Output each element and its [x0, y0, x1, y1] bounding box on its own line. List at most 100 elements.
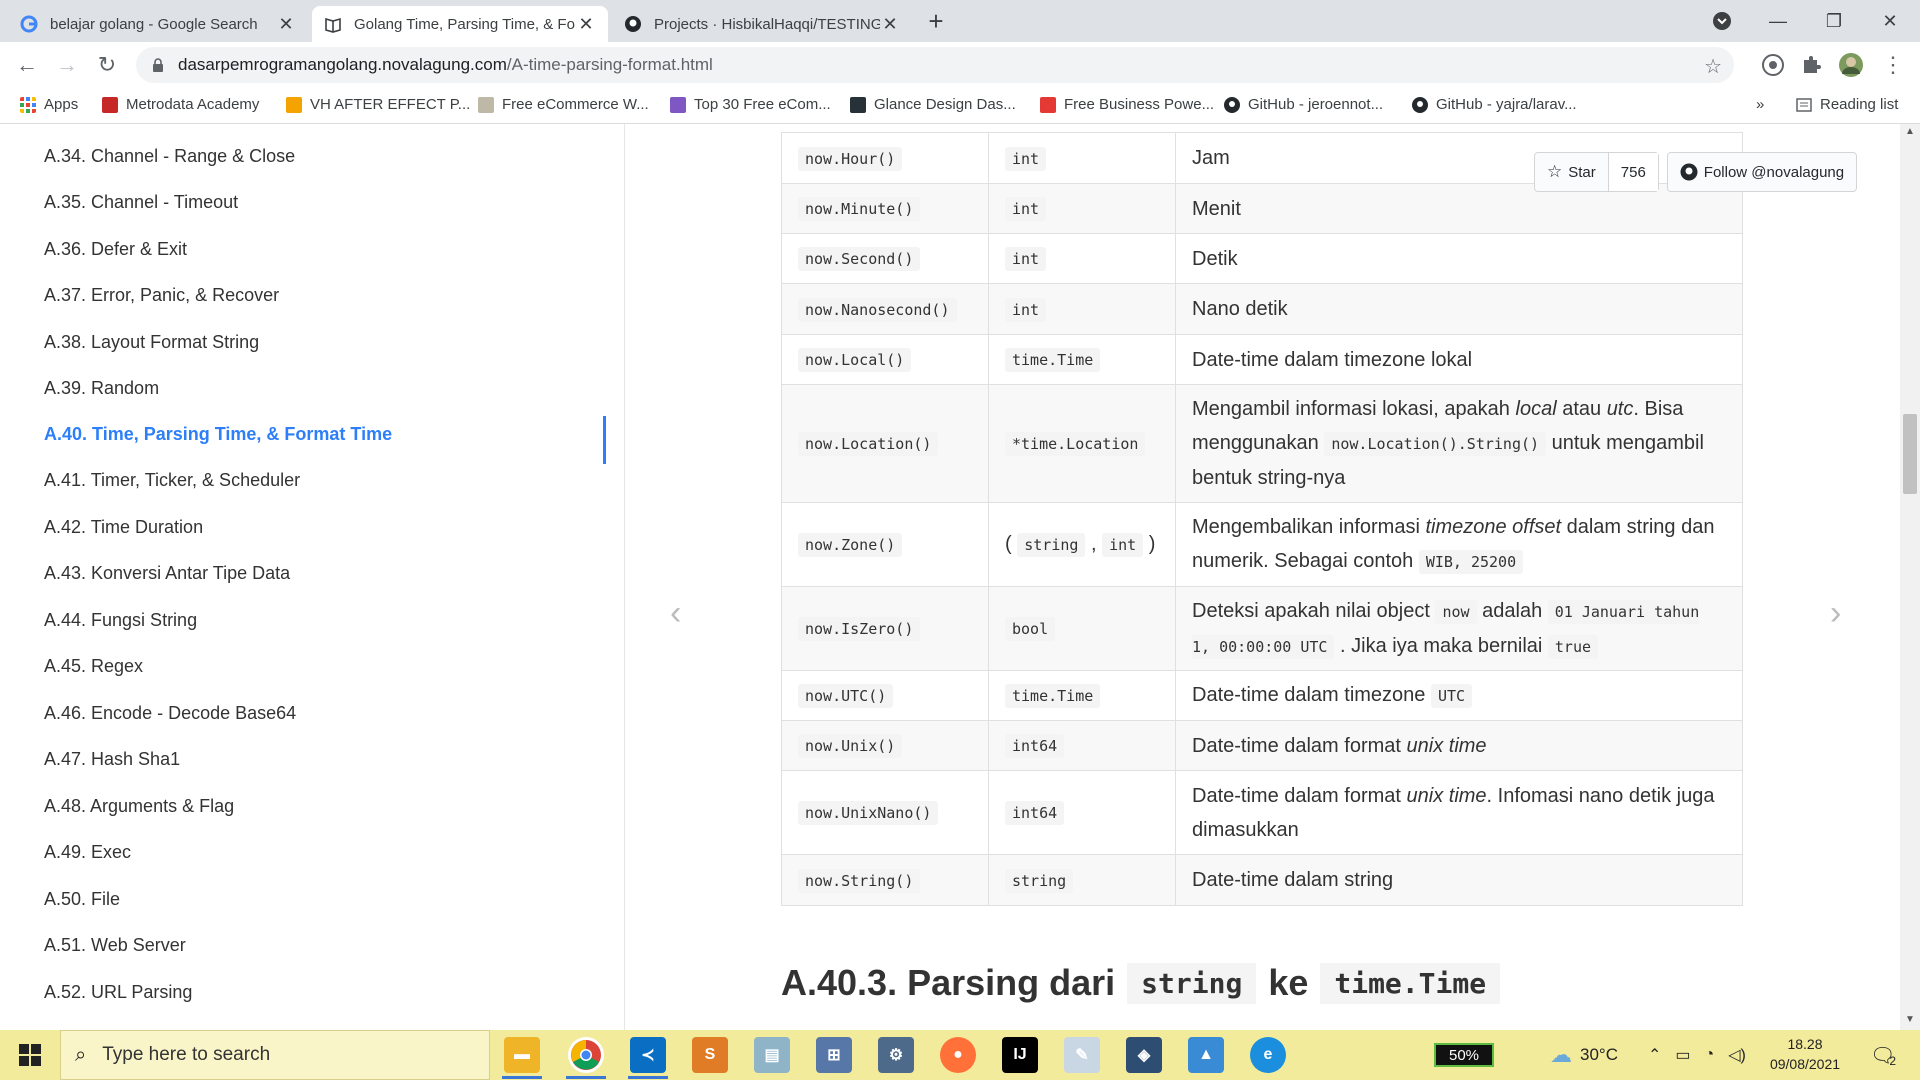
- battery-meter[interactable]: 50%: [1434, 1043, 1494, 1067]
- bookmark-github-yajra[interactable]: GitHub - yajra/larav...: [1412, 96, 1577, 113]
- sublime-text-icon[interactable]: S: [692, 1037, 728, 1073]
- table-row: now.Location() *time.Location Mengambil …: [781, 384, 1743, 503]
- battery-icon[interactable]: ▭: [1675, 1045, 1690, 1065]
- file-explorer-icon[interactable]: ▬: [504, 1037, 540, 1073]
- bookmark-apps[interactable]: Apps: [20, 96, 78, 113]
- scroll-up-icon[interactable]: ▲: [1905, 126, 1915, 137]
- tab-github-projects[interactable]: Projects · HisbikalHaqqi/TESTING ✕: [612, 6, 912, 42]
- sidebar-item[interactable]: A.49. Exec: [44, 842, 131, 863]
- sidebar-item[interactable]: A.35. Channel - Timeout: [44, 192, 238, 213]
- method-code: now.String(): [798, 868, 921, 893]
- extension-icon[interactable]: [1760, 52, 1786, 78]
- volume-icon[interactable]: ◁): [1728, 1045, 1746, 1065]
- taskbar-search-box[interactable]: ⌕ Type here to search: [60, 1030, 490, 1080]
- extensions-puzzle-icon[interactable]: [1798, 52, 1824, 78]
- sidebar-item[interactable]: A.39. Random: [44, 378, 159, 399]
- sidebar-item[interactable]: A.41. Timer, Ticker, & Scheduler: [44, 470, 300, 491]
- github-icon: [1680, 163, 1698, 181]
- bookmark-github-jeroennot[interactable]: GitHub - jeroennot...: [1224, 96, 1383, 113]
- forward-button[interactable]: →: [52, 50, 82, 80]
- avatar[interactable]: [1838, 52, 1864, 78]
- table-row: now.Unix() int64 Date-time dalam format …: [781, 720, 1743, 771]
- scroll-down-icon[interactable]: ▼: [1905, 1014, 1915, 1025]
- sidebar-item[interactable]: A.43. Konversi Antar Tipe Data: [44, 563, 290, 584]
- vscode-icon[interactable]: ≺: [630, 1037, 666, 1073]
- prev-page-button[interactable]: ‹: [670, 594, 681, 633]
- sidebar-item[interactable]: A.45. Regex: [44, 656, 143, 677]
- bookmarks-overflow-button[interactable]: »: [1756, 96, 1764, 113]
- bookmark-metrodata[interactable]: Metrodata Academy: [102, 96, 259, 113]
- sidebar-item[interactable]: A.44. Fungsi String: [44, 610, 197, 631]
- sidebar-item[interactable]: A.38. Layout Format String: [44, 332, 259, 353]
- page-scrollbar[interactable]: ▲ ▼: [1900, 124, 1920, 1030]
- sidebar-item[interactable]: A.34. Channel - Range & Close: [44, 146, 295, 167]
- sidebar-item[interactable]: A.42. Time Duration: [44, 517, 203, 538]
- sidebar-item[interactable]: A.52. URL Parsing: [44, 982, 192, 1003]
- wifi-icon[interactable]: ◔: [1705, 1046, 1715, 1064]
- scrollbar-thumb[interactable]: [1903, 414, 1917, 494]
- firefox-icon[interactable]: ●: [940, 1037, 976, 1073]
- reading-list-button[interactable]: Reading list: [1796, 96, 1898, 113]
- maximize-button[interactable]: ❐: [1814, 6, 1854, 36]
- inline-code: WIB, 25200: [1418, 550, 1524, 574]
- tab-golang-time[interactable]: Golang Time, Parsing Time, & Fo ✕: [312, 6, 608, 42]
- sidebar-item[interactable]: A.48. Arguments & Flag: [44, 796, 234, 817]
- star-count[interactable]: 756: [1607, 153, 1658, 191]
- tab-title: belajar golang - Google Search: [50, 15, 258, 33]
- type-cell: ( string , int ): [988, 502, 1176, 587]
- tab-search-button[interactable]: [1702, 6, 1742, 36]
- chevron-up-icon[interactable]: ⌃: [1648, 1045, 1661, 1065]
- close-icon[interactable]: ✕: [880, 14, 900, 34]
- sidebar-item[interactable]: A.50. File: [44, 889, 120, 910]
- sidebar-item[interactable]: A.40. Time, Parsing Time, & Format Time: [44, 424, 392, 445]
- type-text: ,: [1090, 533, 1097, 555]
- app-icon[interactable]: ▤: [754, 1037, 790, 1073]
- window-close-button[interactable]: ✕: [1870, 6, 1910, 36]
- tools-app-icon[interactable]: ⚙: [878, 1037, 914, 1073]
- paint-icon[interactable]: ✎: [1064, 1037, 1100, 1073]
- next-page-button[interactable]: ›: [1830, 594, 1841, 633]
- method-cell: now.Second(): [781, 233, 989, 284]
- sidebar-item[interactable]: A.37. Error, Panic, & Recover: [44, 285, 279, 306]
- bookmark-top-30[interactable]: Top 30 Free eCom...: [670, 96, 831, 113]
- browser-toolbar: ← → ↻ dasarpemrogramangolang.novalagung.…: [0, 42, 1920, 88]
- minimize-button[interactable]: —: [1758, 6, 1798, 36]
- start-button[interactable]: [0, 1030, 60, 1080]
- intellij-icon[interactable]: IJ: [1002, 1037, 1038, 1073]
- new-tab-button[interactable]: +: [923, 6, 949, 36]
- url-domain: dasarpemrogramangolang.novalagung.com: [178, 55, 507, 74]
- chrome-icon[interactable]: [568, 1037, 604, 1073]
- weather-widget[interactable]: ☁ 30°C: [1550, 1030, 1618, 1080]
- type-text: (: [1005, 533, 1012, 555]
- sidebar-item[interactable]: A.47. Hash Sha1: [44, 749, 180, 770]
- desc-emphasis: timezone offset: [1425, 516, 1562, 538]
- bookmark-glance-design[interactable]: Glance Design Das...: [850, 96, 1016, 113]
- mysql-workbench-icon[interactable]: ◈: [1126, 1037, 1162, 1073]
- github-star-button[interactable]: ☆ Star 756: [1534, 152, 1659, 192]
- bookmark-star-icon[interactable]: ☆: [1704, 54, 1722, 79]
- close-icon[interactable]: ✕: [576, 14, 596, 34]
- bookmark-free-ecommerce[interactable]: Free eCommerce W...: [478, 96, 649, 113]
- edge-icon[interactable]: e: [1250, 1037, 1286, 1073]
- github-follow-button[interactable]: Follow @novalagung: [1666, 152, 1858, 192]
- address-bar[interactable]: dasarpemrogramangolang.novalagung.com/A-…: [136, 47, 1734, 83]
- tab-title: Projects · HisbikalHaqqi/TESTING: [654, 15, 880, 33]
- back-button[interactable]: ←: [12, 50, 42, 80]
- photos-icon[interactable]: ▲: [1188, 1037, 1224, 1073]
- sidebar-item[interactable]: A.46. Encode - Decode Base64: [44, 703, 296, 724]
- sidebar-item[interactable]: A.36. Defer & Exit: [44, 239, 187, 260]
- notifications-button[interactable]: 🗨 2: [1870, 1030, 1896, 1080]
- close-icon[interactable]: ✕: [276, 14, 296, 34]
- bookmark-free-business[interactable]: Free Business Powe...: [1040, 96, 1214, 113]
- bookmark-vh-after-effect[interactable]: VH AFTER EFFECT P...: [286, 96, 470, 113]
- sidebar-nav: A.34. Channel - Range & Close A.35. Chann…: [0, 124, 625, 1030]
- menu-kebab-icon[interactable]: ⋮: [1880, 52, 1906, 78]
- reload-button[interactable]: ↻: [92, 50, 122, 80]
- tab-google-search[interactable]: belajar golang - Google Search ✕: [8, 6, 308, 42]
- network-app-icon[interactable]: ⊞: [816, 1037, 852, 1073]
- method-code: now.Nanosecond(): [798, 297, 957, 322]
- sidebar-item[interactable]: A.51. Web Server: [44, 935, 186, 956]
- clock[interactable]: 18.28 09/08/2021: [1760, 1034, 1850, 1074]
- active-indicator: [603, 416, 606, 464]
- github-icon: [1224, 96, 1240, 113]
